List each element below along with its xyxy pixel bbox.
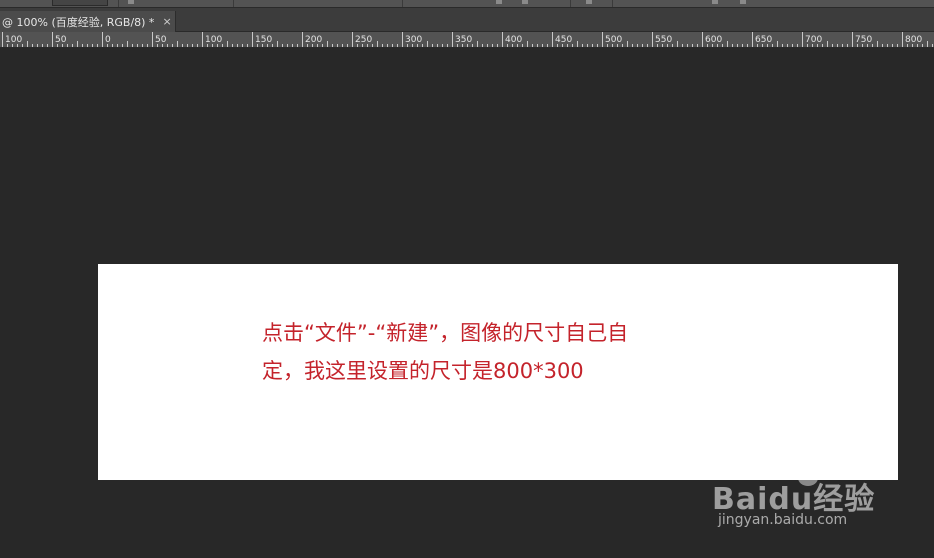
ruler-label: 550 (655, 35, 672, 45)
settings-icon[interactable] (740, 0, 746, 4)
options-tool-icon[interactable] (128, 0, 134, 4)
document-tab-bar: @ 100% (百度经验, RGB/8) * × (0, 8, 934, 32)
settings-icon[interactable] (712, 0, 718, 4)
watermark-url: jingyan.baidu.com (718, 512, 848, 528)
options-separator (570, 0, 571, 7)
ruler-label: 300 (405, 35, 422, 45)
ruler-label: 600 (705, 35, 722, 45)
ruler-label: 800 (905, 35, 922, 45)
ruler-label: 350 (455, 35, 472, 45)
close-icon[interactable]: × (162, 15, 171, 28)
annotation-line-2: 定，我这里设置的尺寸是800*300 (262, 359, 584, 383)
baidu-watermark: Baidu经验 jingyan.baidu.com (712, 452, 892, 542)
ruler-label: 700 (805, 35, 822, 45)
horizontal-ruler[interactable]: 100 50 0 50 100 150 200 250 300 350 400 450 500 550 60… (0, 32, 934, 48)
options-separator (118, 0, 119, 7)
tab-document[interactable]: @ 100% (百度经验, RGB/8) * × (0, 11, 176, 32)
arrange-icon[interactable] (586, 0, 592, 4)
ruler-label: 150 (255, 35, 272, 45)
options-input-field[interactable] (52, 0, 108, 6)
ruler-label: 500 (605, 35, 622, 45)
ruler-label: 100 (205, 35, 222, 45)
ruler-label: 200 (305, 35, 322, 45)
options-separator (612, 0, 613, 7)
ruler-label: 0 (105, 35, 111, 45)
ruler-label: 100 (5, 35, 22, 45)
document-tab-title: @ 100% (百度经验, RGB/8) * (2, 15, 155, 29)
ruler-label: 50 (155, 35, 167, 45)
options-separator (233, 0, 234, 7)
align-icon[interactable] (522, 0, 528, 4)
ruler-label: 750 (855, 35, 872, 45)
annotation-text: 点击“文件”-“新建”，图像的尺寸自己自 定，我这里设置的尺寸是800*300 (262, 314, 742, 390)
align-icon[interactable] (496, 0, 502, 4)
options-bar (0, 0, 934, 8)
ruler-label: 650 (755, 35, 772, 45)
annotation-line-1: 点击“文件”-“新建”，图像的尺寸自己自 (262, 321, 629, 345)
ruler-label: 250 (355, 35, 372, 45)
ruler-label: 50 (55, 35, 67, 45)
options-separator (402, 0, 403, 7)
ruler-label: 450 (555, 35, 572, 45)
ruler-label: 400 (505, 35, 522, 45)
ruler-scale: 100 50 0 50 100 150 200 250 300 350 400 450 500 550 60… (2, 32, 933, 47)
